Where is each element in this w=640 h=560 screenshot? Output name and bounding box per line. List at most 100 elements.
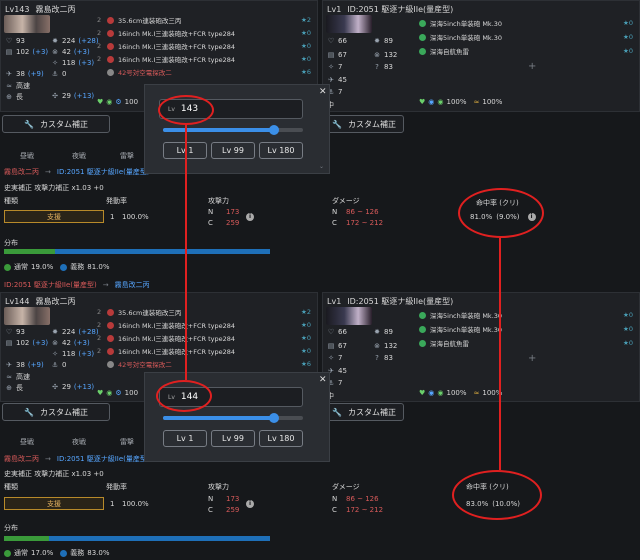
tab-night-battle[interactable]: 夜戦 — [72, 437, 86, 447]
info-icon[interactable]: i — [246, 500, 254, 508]
equip-slot-2[interactable]: 2 16inch Mk.I三連装砲改+FCR type284 — [97, 28, 235, 38]
breadcrumb-defender[interactable]: ID:2051 駆逐ナ級IIe(量産型) — [57, 454, 150, 464]
tab-day-battle[interactable]: 昼戦 — [20, 437, 34, 447]
equip-slot-1[interactable]: 2 35.6cm連装砲改三丙 — [97, 15, 181, 25]
equip-slot-3[interactable]: 2 16inch Mk.I三連装砲改+FCR type284 — [97, 333, 235, 343]
lv99-button[interactable]: Lv 99 — [211, 430, 255, 447]
percent2-value: 100% — [482, 98, 503, 106]
enemy-card-right[interactable]: Lv1 ID:2051 駆逐ナ級IIe(量産型) ♡ 66 ✸ 89 ▤ 67 ⊗ 13… — [322, 0, 640, 112]
breadcrumb-defender[interactable]: ID:2051 駆逐ナ級IIe(量産型) — [57, 167, 150, 177]
lv99-button[interactable]: Lv 99 — [211, 142, 255, 159]
normal-dot-icon — [4, 263, 11, 271]
secondary-gun-icon — [419, 19, 426, 27]
equip-slot-1[interactable]: 深海5inch単装砲 Mk.30 — [419, 18, 502, 28]
improvement-star-2: ★0 — [623, 325, 633, 333]
firepower-icon: ✸ — [374, 37, 380, 45]
hp-icon: ♡ — [327, 328, 335, 336]
main-gun-icon — [107, 347, 114, 355]
equip-slot-2[interactable]: 深海5inch単装砲 Mk.30 — [419, 324, 502, 334]
los-icon: ✣ — [52, 383, 58, 391]
evasion-icon: ✧ — [328, 354, 334, 362]
equip-slot-2[interactable]: 深海5inch単装砲 Mk.30 — [419, 32, 502, 42]
range-icon: ⊕ — [6, 93, 12, 101]
add-equip-icon[interactable]: + — [528, 61, 536, 72]
tab-torpedo[interactable]: 雷撃 — [120, 151, 134, 161]
breadcrumb-attacker[interactable]: 霧島改二丙 — [4, 454, 39, 464]
equip-name: 42号対空電探改二 — [118, 361, 172, 369]
enemy-portrait — [326, 15, 372, 33]
dmg-c-label: C — [332, 506, 337, 514]
improvement-star-2: ★0 — [301, 29, 311, 37]
tab-night-battle[interactable]: 夜戦 — [72, 151, 86, 161]
close-icon[interactable]: ✕ — [319, 87, 327, 97]
equip-name: 16inch Mk.I三連装砲改+FCR type284 — [118, 56, 236, 64]
col-damage: ダメージ — [332, 197, 360, 205]
attack-rate: 100.0% — [122, 213, 149, 221]
enemy-portrait — [326, 307, 372, 325]
custom-correction-button[interactable]: 🔧 カスタム補正 — [2, 115, 110, 133]
heart-icon: ♥ — [97, 98, 104, 106]
custom-correction-button-enemy[interactable]: 🔧 カスタム補正 — [324, 403, 404, 421]
ship-level: Lv143 — [5, 5, 30, 14]
button-label: カスタム補正 — [347, 119, 396, 129]
improvement-star-1: ★0 — [623, 311, 633, 319]
main-gun-icon — [107, 308, 114, 316]
annotation-circle-level-top — [158, 95, 214, 125]
custom-correction-button-enemy[interactable]: 🔧 カスタム補正 — [324, 115, 404, 133]
equip-name: 16inch Mk.I三連装砲改+FCR type284 — [118, 43, 236, 51]
equip-slot-5[interactable]: 42号対空電探改二 — [97, 359, 172, 369]
hp-value: 93 — [16, 37, 25, 45]
level-slider-fill — [163, 416, 273, 420]
level-slider-knob[interactable] — [269, 413, 279, 423]
extra-value: 100 — [124, 98, 139, 106]
add-equip-icon[interactable]: + — [528, 353, 536, 364]
equip-name: 16inch Mk.I三連装砲改+FCR type284 — [118, 322, 236, 330]
breadcrumb-defender[interactable]: 霧島改二丙 — [115, 280, 150, 290]
equip-name: 深海5inch単装砲 Mk.30 — [430, 312, 503, 320]
button-label: カスタム補正 — [347, 407, 396, 417]
enemy-name: ID:2051 駆逐ナ級IIe(量産型) — [347, 297, 454, 306]
equip-name: 深海自航魚雷 — [430, 340, 469, 348]
equip-slot-1[interactable]: 2 35.6cm連装砲改三丙 — [97, 307, 181, 317]
lv180-button[interactable]: Lv 180 — [259, 430, 303, 447]
attack-type-badge[interactable]: 支援 — [4, 210, 104, 223]
lv1-button[interactable]: Lv 1 — [163, 430, 207, 447]
close-icon[interactable]: ✕ — [319, 375, 327, 385]
equip-slot-3[interactable]: 深海自航魚雷 — [419, 46, 469, 56]
dmg-c-value: 172 ~ 212 — [346, 506, 384, 514]
equip-slot-4[interactable]: 2 16inch Mk.I三連装砲改+FCR type284 — [97, 54, 235, 64]
tab-torpedo[interactable]: 雷撃 — [120, 437, 134, 447]
normal-label: 通常 — [14, 549, 28, 557]
secondary-gun-icon — [419, 311, 426, 319]
dmg-n-label: N — [332, 208, 338, 216]
info-icon[interactable]: i — [246, 213, 254, 221]
arrow-icon: → — [102, 281, 109, 289]
improvement-star-2: ★0 — [301, 321, 311, 329]
fuel-icon: ≈ — [473, 98, 480, 106]
heart-icon: ♥ — [97, 389, 104, 397]
dmg-n-label: N — [332, 495, 338, 503]
attack-rate: 100.0% — [122, 500, 149, 508]
improvement-star-4: ★0 — [301, 347, 311, 355]
atk-n-value: 173 — [226, 495, 240, 503]
breadcrumb-attacker[interactable]: 霧島改二丙 — [4, 167, 39, 177]
level-slider-knob[interactable] — [269, 125, 279, 135]
equip-slot-2[interactable]: 2 16inch Mk.I三連装砲改+FCR type284 — [97, 320, 235, 330]
custom-correction-button[interactable]: 🔧 カスタム補正 — [2, 403, 110, 421]
equip-slot-4[interactable]: 2 16inch Mk.I三連装砲改+FCR type284 — [97, 346, 235, 356]
asw-value: 0 — [62, 361, 67, 369]
attack-type-badge[interactable]: 支援 — [4, 497, 104, 510]
tab-day-battle[interactable]: 昼戦 — [20, 151, 34, 161]
equip-slot-1[interactable]: 深海5inch単装砲 Mk.30 — [419, 310, 502, 320]
enemy-card-right[interactable]: Lv1 ID:2051 駆逐ナ級IIe(量産型) ♡ 66 ✸ 89 ▤ 67 ⊗ 13… — [322, 292, 640, 402]
armor-value: 102 — [16, 339, 30, 347]
torp-value: 42 — [62, 339, 71, 347]
equip-slot-3[interactable]: 深海自航魚雷 — [419, 338, 469, 348]
hp-value: 93 — [16, 328, 25, 336]
lv180-button[interactable]: Lv 180 — [259, 142, 303, 159]
equip-slot-3[interactable]: 2 16inch Mk.I三連装砲改+FCR type284 — [97, 41, 235, 51]
aa-value: 45 — [338, 367, 347, 375]
fp-value: 224 — [62, 37, 76, 45]
breadcrumb-attacker[interactable]: ID:2051 駆逐ナ級IIe(量産型) — [4, 280, 97, 290]
equip-slot-5[interactable]: 42号対空電探改二 — [97, 67, 172, 77]
